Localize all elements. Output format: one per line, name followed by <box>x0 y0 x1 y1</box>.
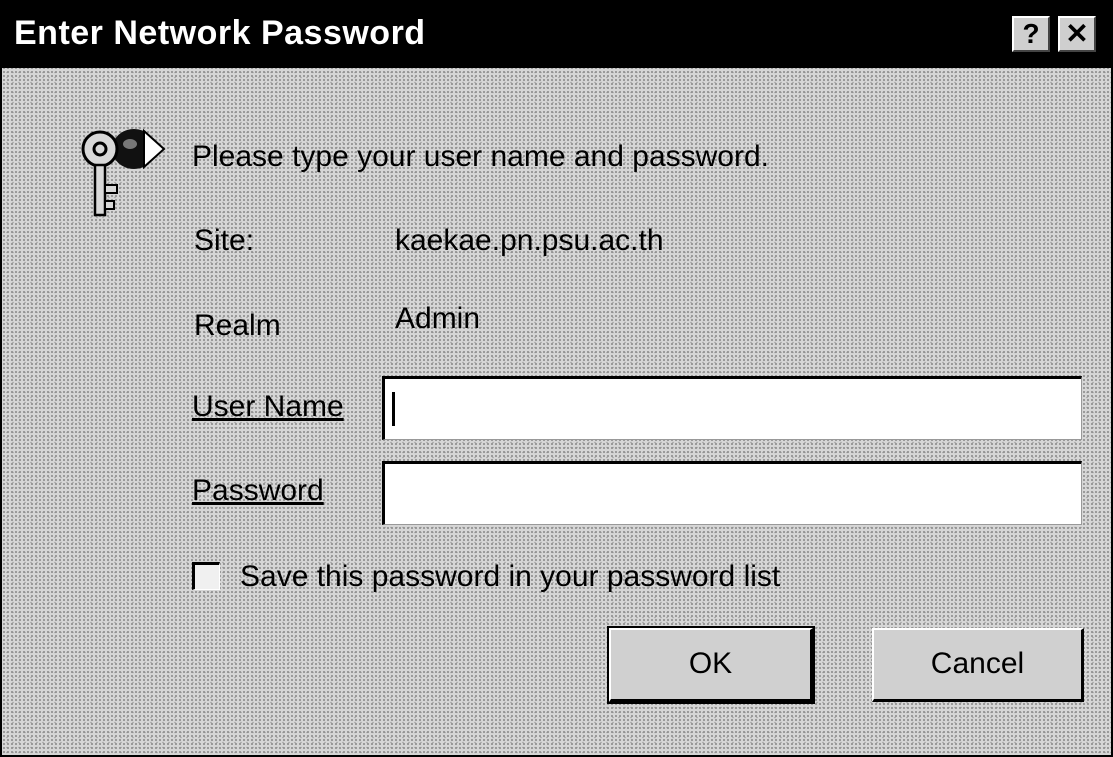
title-bar[interactable]: Enter Network Password ? ✕ <box>2 2 1111 68</box>
user-name-input[interactable] <box>382 376 1082 440</box>
text-caret <box>392 392 395 426</box>
site-value: kaekae.pn.psu.ac.th <box>395 224 664 257</box>
site-label: Site: <box>194 224 255 257</box>
save-password-checkbox[interactable] <box>192 562 220 590</box>
help-button[interactable]: ? <box>1012 16 1050 52</box>
user-name-label: User Name <box>192 390 344 424</box>
enter-network-password-dialog: Enter Network Password ? ✕ Please type y… <box>0 0 1113 757</box>
window-title: Enter Network Password <box>14 14 426 52</box>
realm-label: Realm <box>194 309 281 342</box>
password-label-text: Password <box>192 474 324 507</box>
realm-value: Admin <box>395 302 481 335</box>
prompt-text: Please type your user name and password. <box>192 140 769 173</box>
ok-button[interactable]: OK <box>607 626 815 704</box>
key-icon <box>81 128 166 217</box>
user-name-label-text: User Name <box>192 390 344 423</box>
close-button[interactable]: ✕ <box>1058 16 1096 52</box>
password-label: Password <box>192 474 324 508</box>
password-input[interactable] <box>382 461 1082 525</box>
cancel-button[interactable]: Cancel <box>872 628 1084 702</box>
save-password-label[interactable]: Save this password in your password list <box>240 560 780 594</box>
